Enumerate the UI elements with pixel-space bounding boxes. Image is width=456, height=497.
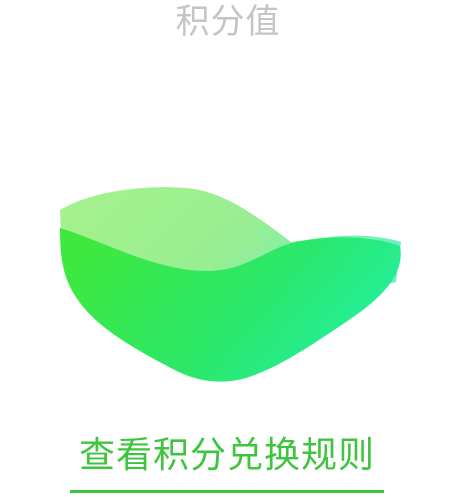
page-title: 积分值 [175,2,281,42]
rules-link-underline [70,490,384,493]
exchange-rules-link[interactable]: 查看积分兑换规则 [70,428,384,484]
leaf-wave-icon [56,182,406,386]
